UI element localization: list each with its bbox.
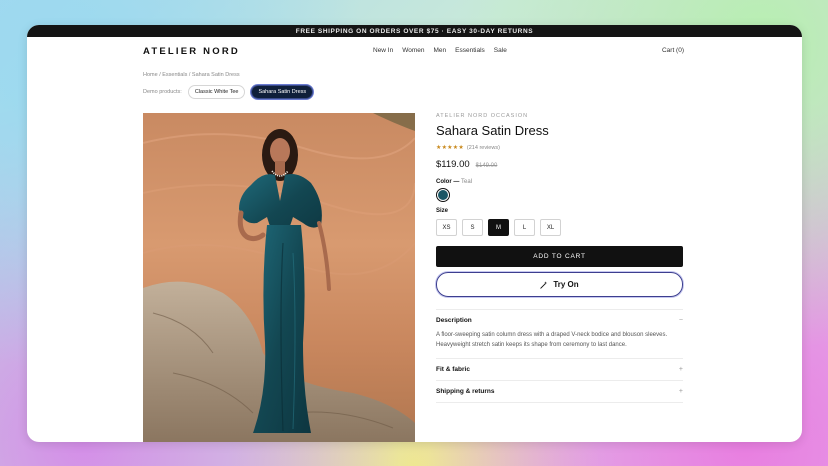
browser-window: FREE SHIPPING ON ORDERS OVER $75 · EASY … bbox=[27, 25, 802, 442]
size-option-m[interactable]: M bbox=[488, 219, 509, 236]
product-image[interactable] bbox=[143, 113, 415, 442]
size-option-xl[interactable]: XL bbox=[540, 219, 561, 236]
color-swatch-teal[interactable] bbox=[436, 188, 450, 202]
compare-price: $149.00 bbox=[475, 163, 498, 169]
size-selector: XS S M L XL bbox=[436, 219, 683, 236]
nav-item-sale[interactable]: Sale bbox=[494, 47, 507, 54]
expand-icon: + bbox=[678, 388, 683, 395]
star-rating-icon: ★★★★★ bbox=[436, 145, 464, 151]
promo-bar: FREE SHIPPING ON ORDERS OVER $75 · EASY … bbox=[27, 25, 802, 37]
product-info: ATELIER NORD OCCASION Sahara Satin Dress… bbox=[436, 113, 683, 403]
site-logo[interactable]: ATELIER NORD bbox=[143, 46, 240, 57]
color-label-text: Color — bbox=[436, 179, 460, 185]
product-title: Sahara Satin Dress bbox=[436, 123, 549, 138]
site-header: ATELIER NORD New In Women Men Essentials… bbox=[27, 37, 802, 65]
breadcrumb[interactable]: Home / Essentials / Sahara Satin Dress bbox=[143, 72, 240, 78]
color-label: Color — Teal bbox=[436, 179, 683, 185]
add-to-cart-button[interactable]: ADD TO CART bbox=[436, 246, 683, 267]
accordion-shipping-returns: Shipping & returns + bbox=[436, 380, 683, 402]
demo-products: Demo products: Classic White Tee Sahara … bbox=[143, 85, 314, 99]
accordion-header-description[interactable]: Description − bbox=[436, 310, 683, 331]
accordion-bottom-divider bbox=[436, 402, 683, 403]
product-brand: ATELIER NORD OCCASION bbox=[436, 113, 529, 119]
main-nav: New In Women Men Essentials Sale bbox=[373, 47, 507, 54]
size-option-xs[interactable]: XS bbox=[436, 219, 457, 236]
size-label: Size bbox=[436, 208, 449, 214]
accordion-title: Description bbox=[436, 317, 472, 324]
product-rating[interactable]: ★★★★★ (214 reviews) bbox=[436, 144, 683, 152]
accordion-header-fit-fabric[interactable]: Fit & fabric + bbox=[436, 359, 683, 380]
demo-chip-sahara-satin-dress[interactable]: Sahara Satin Dress bbox=[251, 85, 314, 99]
nav-item-new-in[interactable]: New In bbox=[373, 47, 393, 54]
accordion-fit-fabric: Fit & fabric + bbox=[436, 358, 683, 380]
nav-item-essentials[interactable]: Essentials bbox=[455, 47, 485, 54]
expand-icon: + bbox=[678, 366, 683, 373]
demo-chip-classic-white-tee[interactable]: Classic White Tee bbox=[187, 85, 246, 99]
accordion-header-shipping-returns[interactable]: Shipping & returns + bbox=[436, 381, 683, 402]
nav-item-men[interactable]: Men bbox=[434, 47, 447, 54]
price-block: $119.00 $149.00 bbox=[436, 159, 683, 170]
review-count[interactable]: (214 reviews) bbox=[467, 145, 500, 151]
collapse-icon: − bbox=[678, 317, 683, 324]
cart-link[interactable]: Cart (0) bbox=[662, 47, 684, 54]
magic-wand-icon bbox=[540, 280, 548, 289]
product-photo-illustration bbox=[143, 113, 415, 442]
nav-item-women[interactable]: Women bbox=[402, 47, 424, 54]
current-price: $119.00 bbox=[436, 159, 470, 170]
swatch-fill bbox=[438, 190, 448, 200]
accordion: Description − A floor-sweeping satin col… bbox=[436, 309, 683, 403]
demo-products-label: Demo products: bbox=[143, 89, 182, 95]
size-option-l[interactable]: L bbox=[514, 219, 535, 236]
try-on-label: Try On bbox=[553, 280, 579, 289]
accordion-title: Shipping & returns bbox=[436, 388, 495, 395]
accordion-description: Description − A floor-sweeping satin col… bbox=[436, 309, 683, 358]
size-option-s[interactable]: S bbox=[462, 219, 483, 236]
try-on-button[interactable]: Try On bbox=[436, 272, 683, 297]
description-text: A floor-sweeping satin column dress with… bbox=[436, 332, 668, 348]
color-value: Teal bbox=[461, 179, 473, 185]
accordion-title: Fit & fabric bbox=[436, 366, 470, 373]
